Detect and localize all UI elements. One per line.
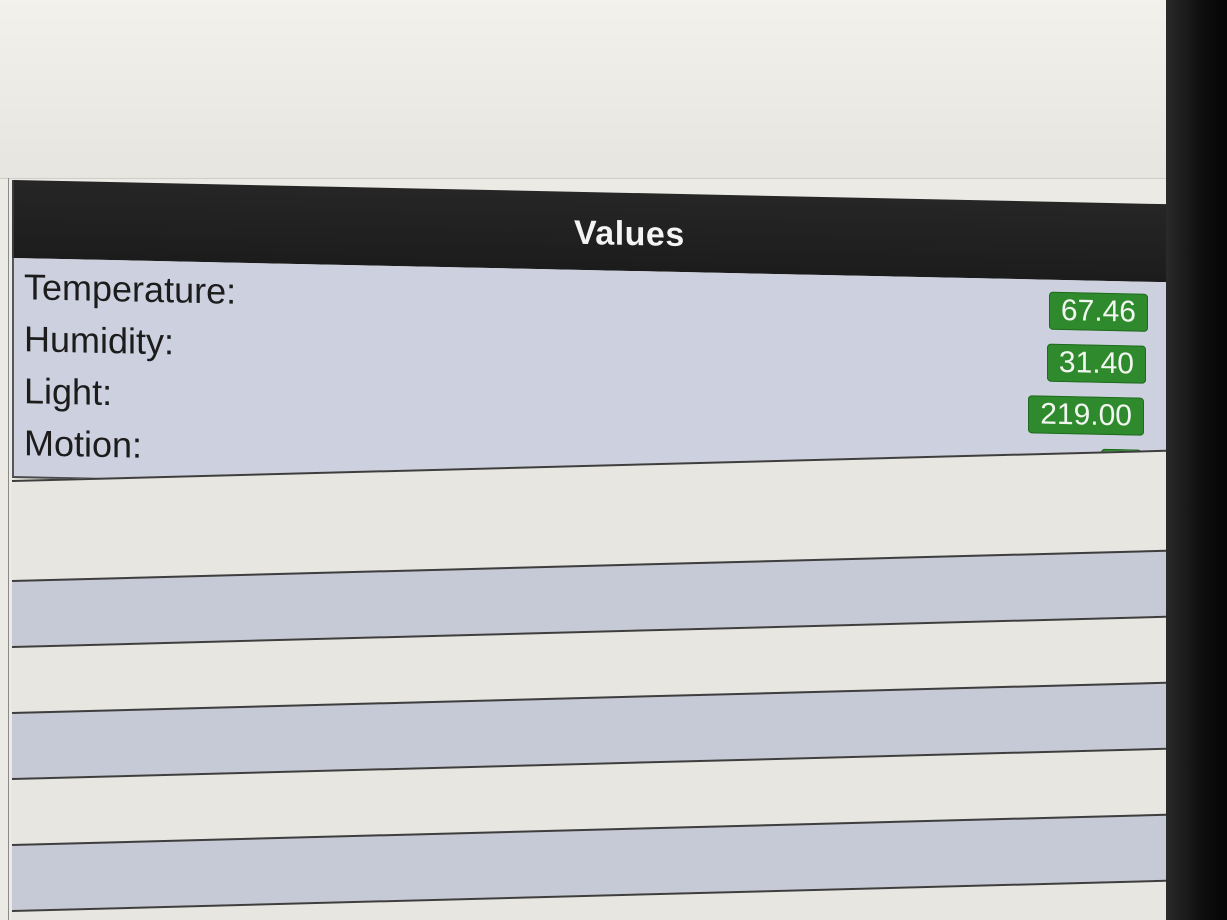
motion-label: Motion: <box>24 422 143 466</box>
values-panel-title: Values <box>574 213 685 255</box>
top-blank-area <box>0 0 1166 179</box>
humidity-label: Humidity: <box>24 318 175 363</box>
temperature-label: Temperature: <box>24 266 237 312</box>
light-label: Light: <box>24 370 113 414</box>
monitor-bezel <box>1166 0 1227 920</box>
temperature-value-badge: 67.46 <box>1048 291 1148 332</box>
empty-table-rows <box>12 449 1166 920</box>
humidity-value-badge: 31.40 <box>1046 343 1146 384</box>
monitor-screen: Values Temperature: 67.46 Humidity: 31.4… <box>0 0 1166 920</box>
left-border-line <box>8 178 9 920</box>
light-value-badge: 219.00 <box>1028 395 1144 436</box>
